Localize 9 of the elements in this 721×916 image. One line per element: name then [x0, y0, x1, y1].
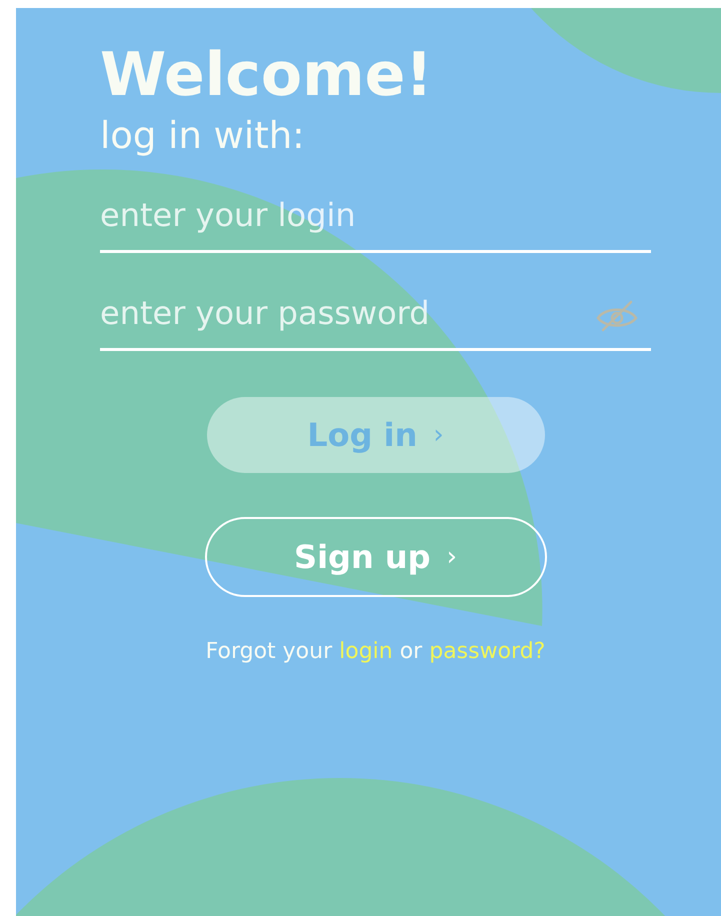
forgot-text: Forgot your: [206, 638, 332, 666]
sign-up-button[interactable]: Sign up ›: [204, 517, 546, 598]
forgot-link[interactable]: login: [339, 635, 393, 668]
forgot-link[interactable]: password?: [429, 635, 546, 668]
eye-hidden-icon[interactable]: [595, 299, 639, 334]
forgot-text: or: [400, 638, 422, 666]
welcome-heading: Welcome!: [100, 39, 433, 112]
input-field[interactable]: enter your password: [100, 289, 651, 352]
login-subheading: log in with:: [100, 113, 305, 159]
